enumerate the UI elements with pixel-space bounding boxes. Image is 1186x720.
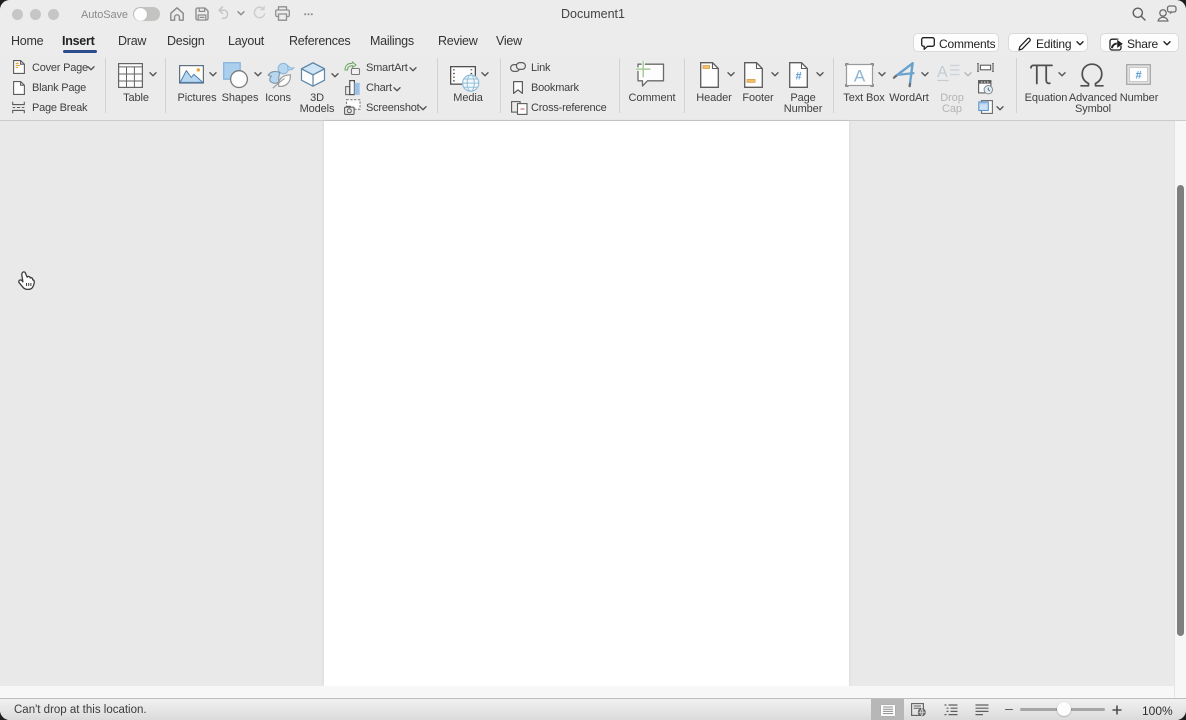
- svg-text:A: A: [937, 64, 948, 81]
- svg-text:A: A: [854, 66, 866, 85]
- svg-text:#: #: [795, 71, 801, 83]
- svg-text:#: #: [1135, 70, 1141, 82]
